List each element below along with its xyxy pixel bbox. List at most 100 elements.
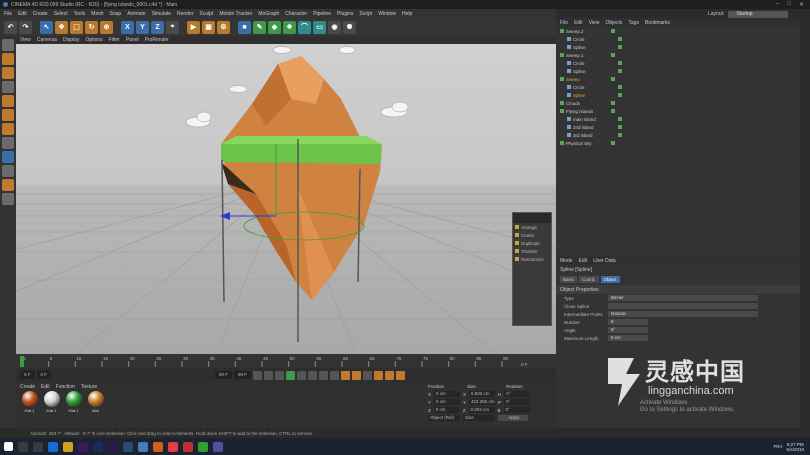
object-row[interactable]: 2nd island [556,123,800,131]
menu-pipeline[interactable]: Pipeline [313,11,331,17]
keyframe-selection-icon[interactable] [363,370,373,380]
viewport-menu-filter[interactable]: Filter [109,37,120,43]
cmd-randomize[interactable]: Randomize [513,255,551,263]
object-row[interactable]: Spline [556,91,800,99]
menu-file[interactable]: File [4,11,12,17]
recent-tools-icon[interactable]: ⊕ [100,20,113,34]
visibility-check-icon[interactable] [611,29,615,33]
tab-basic[interactable]: Basic [560,276,578,283]
object-row[interactable]: Circle [556,35,800,43]
viewport-menu-panel[interactable]: Panel [126,37,139,43]
timeline-ruler[interactable]: 0 5 10 15 20 25 30 35 40 45 50 55 60 65 70 75 80 85 90 0 F [16,354,556,368]
attr-value-field[interactable]: 8 [608,319,648,325]
menu-motion-tracker[interactable]: Motion Tracker [219,11,252,17]
visibility-check-icon[interactable] [618,125,622,129]
bend-deformer-icon[interactable]: ⌒ [298,20,311,34]
coord-value-field[interactable]: 0.002 cm [468,407,495,413]
edges-mode-icon[interactable] [2,109,14,121]
menu-mesh[interactable]: Mesh [91,11,103,17]
visibility-check-icon[interactable] [618,61,622,65]
visibility-check-icon[interactable] [618,69,622,73]
object-row[interactable]: Sweep.2 [556,27,800,35]
visibility-check-icon[interactable] [618,93,622,97]
key-scale-icon[interactable] [385,370,395,380]
language-indicator[interactable]: FRA [773,444,782,449]
visibility-check-icon[interactable] [611,109,615,113]
app-icon[interactable] [138,441,148,452]
object-row[interactable]: main island [556,115,800,123]
mat-menu-edit[interactable]: Edit [41,384,50,390]
live-selection-icon[interactable]: ↖ [40,20,53,34]
visibility-check-icon[interactable] [618,133,622,137]
viewport-menu-prorender[interactable]: ProRender [145,37,169,43]
media-icon[interactable] [183,441,193,452]
menu-help[interactable]: Help [402,11,412,17]
mat-menu-create[interactable]: Create [20,384,35,390]
chrome-icon[interactable] [168,441,178,452]
x-axis-button[interactable]: X [121,20,134,34]
move-icon[interactable]: ✥ [55,20,68,34]
max-frame-field[interactable]: 90 F [234,371,252,379]
cube-icon[interactable]: ■ [238,20,251,34]
obj-menu-tags[interactable]: Tags [628,20,639,26]
undo-icon[interactable]: ↶ [4,20,17,34]
menu-render[interactable]: Render [177,11,193,17]
floor-icon[interactable]: ▭ [313,20,326,34]
visibility-check-icon[interactable] [611,101,615,105]
after-effects-icon[interactable] [108,441,118,452]
rotate-icon[interactable]: ↻ [85,20,98,34]
close-button[interactable]: ✕ [799,1,804,8]
object-row[interactable]: Circle [556,59,800,67]
another-app-icon[interactable] [213,441,223,452]
object-row[interactable]: Spline [556,43,800,51]
snap-icon[interactable] [2,151,14,163]
next-frame-icon[interactable] [297,370,307,380]
photoshop-icon[interactable] [93,441,103,452]
make-editable-icon[interactable] [2,39,14,51]
start-icon[interactable] [4,442,13,451]
object-row[interactable]: Sweep.1 [556,51,800,59]
material-swatch[interactable]: Mat [86,391,105,417]
viewport-menu-cameras[interactable]: Cameras [37,37,57,43]
obj-menu-view[interactable]: View [589,20,600,26]
menu-character[interactable]: Character [285,11,307,17]
workplane-icon[interactable] [2,81,14,93]
coordinate-system-icon[interactable]: ⌖ [166,20,179,34]
menu-tools[interactable]: Tools [74,11,86,17]
premiere-icon[interactable] [78,441,88,452]
scale-icon[interactable]: ⬚ [70,20,83,34]
visibility-check-icon[interactable] [618,37,622,41]
locked-workplane-icon[interactable] [2,179,14,191]
material-swatch[interactable]: Mat.1 [42,391,61,417]
prev-frame-icon[interactable] [275,370,285,380]
light-icon[interactable]: ✺ [343,20,356,34]
menu-animate[interactable]: Animate [127,11,145,17]
menu-create[interactable]: Create [33,11,48,17]
cinema4d-task-icon[interactable] [123,441,133,452]
attr-value-field[interactable]: Natural [608,311,758,317]
visibility-check-icon[interactable] [611,141,615,145]
minimize-button[interactable]: – [776,1,779,8]
render-view-icon[interactable]: ▶ [187,20,200,34]
material-swatch[interactable]: Mat.1 [20,391,39,417]
next-key-icon[interactable] [308,370,318,380]
coord-value-field[interactable]: 0 cm [434,391,461,397]
right-side-tabs[interactable] [800,18,810,428]
visibility-check-icon[interactable] [611,77,615,81]
coord-mode-dropdown[interactable]: Object (Rel) [428,415,460,421]
attr-value-field[interactable]: 5 cm [608,335,648,341]
play-icon[interactable] [286,370,296,380]
array-icon[interactable]: ❖ [283,20,296,34]
viewport-menu-options[interactable]: Options [85,37,102,43]
cmd-center[interactable]: Center [513,231,551,239]
cmd-arrange[interactable]: Arrange [513,223,551,231]
attr-value-field[interactable]: Bezier [608,295,758,301]
model-mode-icon[interactable] [2,53,14,65]
cmd-duplicate[interactable]: Duplicate [513,239,551,247]
cmd-transfer[interactable]: Transfer [513,247,551,255]
tab-coord[interactable]: Coord. [579,276,599,283]
object-row[interactable]: Spline [556,67,800,75]
obj-menu-objects[interactable]: Objects [605,20,622,26]
points-mode-icon[interactable] [2,95,14,107]
firefox-icon[interactable] [153,441,163,452]
